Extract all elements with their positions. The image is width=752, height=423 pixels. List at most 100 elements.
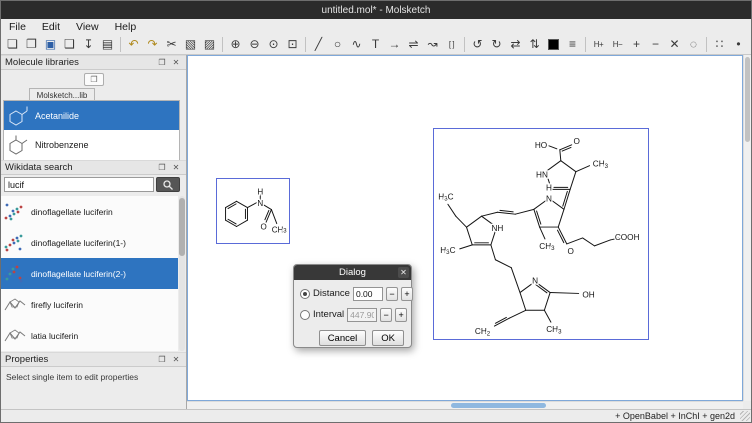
flip-vertical-button[interactable]: ⇅ bbox=[525, 35, 544, 54]
optimize-geometry-button[interactable]: ✦ bbox=[748, 35, 752, 54]
library-item[interactable]: Acetanilide bbox=[4, 101, 179, 130]
cancel-button[interactable]: Cancel bbox=[319, 330, 367, 346]
insert-arrow-icon: → bbox=[389, 37, 401, 51]
save-icon: ▣ bbox=[45, 37, 56, 51]
color-swatch bbox=[548, 39, 559, 50]
line-width-button[interactable]: ≡ bbox=[563, 35, 582, 54]
ok-button[interactable]: OK bbox=[372, 330, 404, 346]
size-grip[interactable] bbox=[740, 411, 750, 421]
wikidata-search-button[interactable] bbox=[156, 177, 180, 192]
print-button[interactable]: ▤ bbox=[98, 35, 117, 54]
results-scrollbar-thumb[interactable] bbox=[179, 198, 185, 256]
close-panel-button[interactable]: ✕ bbox=[170, 354, 182, 366]
interval-radio[interactable] bbox=[300, 310, 310, 320]
close-panel-button[interactable]: ✕ bbox=[170, 57, 182, 69]
float-panel-button[interactable]: ❐ bbox=[156, 162, 168, 174]
mechanism-arrow-button[interactable]: ↝ bbox=[423, 35, 442, 54]
radical-button[interactable]: • bbox=[729, 35, 748, 54]
svg-text:N: N bbox=[546, 194, 552, 203]
remove-hydrogen-button[interactable]: H− bbox=[608, 35, 627, 54]
menu-help[interactable]: Help bbox=[107, 20, 145, 34]
save-as-button[interactable]: ❑ bbox=[60, 35, 79, 54]
horizontal-scrollbar-thumb[interactable] bbox=[451, 403, 546, 408]
interval-increment-button[interactable]: + bbox=[395, 308, 407, 322]
window-titlebar[interactable]: untitled.mol* - Molsketch bbox=[1, 1, 751, 19]
export-image-button[interactable]: ↧ bbox=[79, 35, 98, 54]
lasso-select-button[interactable]: ◌ bbox=[684, 35, 703, 54]
plus-icon: + bbox=[404, 289, 409, 299]
distance-increment-button[interactable]: + bbox=[401, 287, 413, 301]
svg-text:CH3: CH3 bbox=[539, 241, 555, 251]
menu-view[interactable]: View bbox=[68, 20, 107, 34]
drawing-canvas[interactable]: HNOCH3 HOOCH3HNHNCH3OCOOHNHH3CH3CNOHCH3C… bbox=[187, 55, 743, 401]
charge-minus-button[interactable]: − bbox=[646, 35, 665, 54]
draw-ring-button[interactable]: ○ bbox=[328, 35, 347, 54]
insert-arrow-button[interactable]: → bbox=[385, 35, 404, 54]
library-folder-icon: ❐ bbox=[90, 75, 97, 84]
zoom-fit-button[interactable]: ⊡ bbox=[283, 35, 302, 54]
wikidata-search-input[interactable] bbox=[4, 177, 154, 192]
horizontal-scrollbar bbox=[187, 401, 743, 409]
distance-radio[interactable] bbox=[300, 289, 310, 299]
save-button[interactable]: ▣ bbox=[41, 35, 60, 54]
redo-button[interactable]: ↷ bbox=[143, 35, 162, 54]
new-document-button[interactable]: ❏ bbox=[3, 35, 22, 54]
vertical-scrollbar-thumb[interactable] bbox=[745, 57, 750, 142]
interval-decrement-button[interactable]: − bbox=[380, 308, 392, 322]
wikidata-result-item[interactable]: latia luciferin bbox=[1, 320, 178, 351]
undo-button[interactable]: ↶ bbox=[124, 35, 143, 54]
dialog-titlebar[interactable]: Dialog ✕ bbox=[294, 265, 411, 280]
cut-button[interactable]: ✂ bbox=[162, 35, 181, 54]
wikidata-result-item[interactable]: firefly luciferin bbox=[1, 289, 178, 320]
plus-icon: + bbox=[399, 310, 404, 320]
open-file-button[interactable]: ❐ bbox=[22, 35, 41, 54]
lone-pair-button[interactable]: ∷ bbox=[710, 35, 729, 54]
rotate-cw-button[interactable]: ↻ bbox=[487, 35, 506, 54]
wikidata-result-label: firefly luciferin bbox=[31, 300, 83, 310]
color-picker-button[interactable] bbox=[544, 35, 563, 54]
library-item[interactable]: Nitrobenzene bbox=[4, 130, 179, 159]
dialog-close-button[interactable]: ✕ bbox=[398, 267, 409, 278]
molecule-libraries-panel-header[interactable]: Molecule libraries ❐ ✕ bbox=[1, 55, 186, 70]
distance-decrement-button[interactable]: − bbox=[386, 287, 398, 301]
acetanilide-molecule[interactable]: HNOCH3 bbox=[216, 178, 290, 244]
float-panel-button[interactable]: ❐ bbox=[156, 57, 168, 69]
close-panel-button[interactable]: ✕ bbox=[170, 162, 182, 174]
menu-edit[interactable]: Edit bbox=[34, 20, 68, 34]
wikidata-search-panel-header[interactable]: Wikidata search ❐ ✕ bbox=[1, 160, 186, 175]
scrollbar-corner bbox=[743, 401, 751, 409]
wikidata-result-item[interactable]: dinoflagellate luciferin(1-) bbox=[1, 227, 178, 258]
rotate-ccw-button[interactable]: ↺ bbox=[468, 35, 487, 54]
properties-panel-header[interactable]: Properties ❐ ✕ bbox=[1, 352, 186, 367]
distance-input[interactable] bbox=[353, 287, 383, 301]
bracket-tool-button[interactable]: [ ] bbox=[442, 35, 461, 54]
charge-plus-button[interactable]: + bbox=[627, 35, 646, 54]
copy-button[interactable]: ▧ bbox=[181, 35, 200, 54]
svg-text:H3C: H3C bbox=[440, 245, 455, 255]
library-item-label: Acetanilide bbox=[35, 111, 79, 121]
zoom-original-button[interactable]: ⊙ bbox=[264, 35, 283, 54]
svg-text:N: N bbox=[257, 199, 263, 208]
draw-bond-button[interactable]: ╱ bbox=[309, 35, 328, 54]
float-panel-button[interactable]: ❐ bbox=[156, 354, 168, 366]
flip-horizontal-button[interactable]: ⇄ bbox=[506, 35, 525, 54]
interval-input[interactable] bbox=[347, 308, 377, 322]
menu-file[interactable]: File bbox=[1, 20, 34, 34]
remove-hydrogen-icon: H− bbox=[613, 40, 622, 49]
delete-item-button[interactable]: ✕ bbox=[665, 35, 684, 54]
luciferin-molecule[interactable]: HOOCH3HNHNCH3OCOOHNHH3CH3CNOHCH3CH2 bbox=[433, 128, 649, 340]
text-tool-button[interactable]: T bbox=[366, 35, 385, 54]
zoom-in-button[interactable]: ⊕ bbox=[226, 35, 245, 54]
wikidata-results-list: dinoflagellate luciferindinoflagellate l… bbox=[1, 196, 178, 351]
export-image-icon: ↧ bbox=[83, 37, 93, 51]
draw-chain-button[interactable]: ∿ bbox=[347, 35, 366, 54]
add-hydrogen-button[interactable]: H+ bbox=[589, 35, 608, 54]
svg-text:HO: HO bbox=[535, 140, 547, 149]
zoom-out-button[interactable]: ⊖ bbox=[245, 35, 264, 54]
reaction-arrow-button[interactable]: ⇌ bbox=[404, 35, 423, 54]
wikidata-result-item[interactable]: dinoflagellate luciferin bbox=[1, 196, 178, 227]
svg-text:H: H bbox=[546, 183, 552, 192]
library-selector-button[interactable]: ❐ bbox=[84, 73, 104, 86]
wikidata-result-item[interactable]: dinoflagellate luciferin(2-) bbox=[1, 258, 178, 289]
paste-button[interactable]: ▨ bbox=[200, 35, 219, 54]
